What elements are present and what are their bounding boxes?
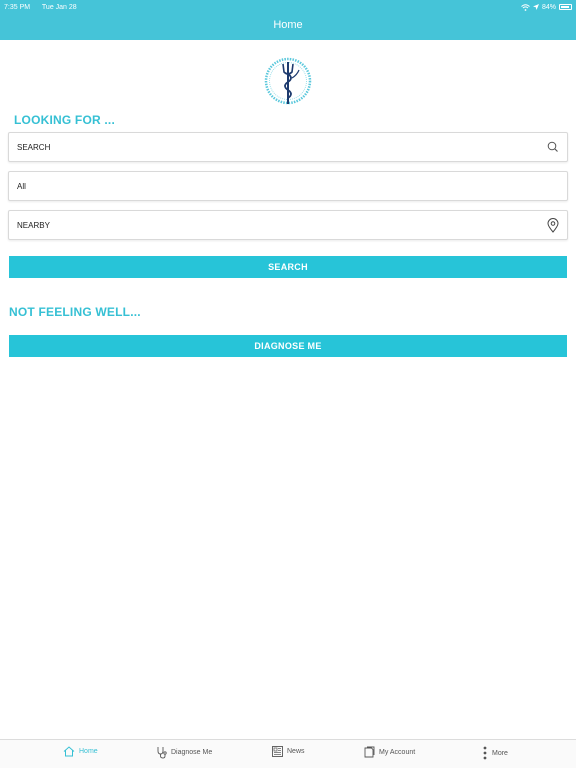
tab-more[interactable]: More [482, 746, 508, 760]
tab-my-account-label: My Account [379, 748, 416, 756]
search-button[interactable]: SEARCH [9, 256, 567, 278]
more-vertical-icon [483, 746, 487, 760]
tab-news-label: News [287, 748, 305, 755]
account-icon [364, 746, 375, 758]
stethoscope-icon [157, 747, 167, 759]
tab-my-account[interactable]: My Account [364, 746, 415, 758]
map-pin-icon[interactable] [547, 218, 559, 233]
wifi-icon [521, 3, 530, 11]
location-input[interactable]: NEARBY [8, 210, 568, 240]
tab-home-label: Home [79, 748, 98, 755]
category-select[interactable]: All [8, 171, 568, 201]
search-input[interactable]: SEARCH [8, 132, 568, 162]
category-select-value: All [17, 181, 26, 191]
news-icon [272, 746, 283, 757]
caduceus-logo [264, 57, 312, 105]
battery-percent: 84% [541, 3, 556, 11]
search-input-text: SEARCH [17, 142, 51, 152]
looking-for-heading: LOOKING FOR ... [14, 113, 115, 127]
tab-more-label: More [492, 749, 508, 757]
tab-home[interactable]: Home [63, 746, 98, 757]
search-icon[interactable] [547, 140, 559, 154]
home-icon [63, 746, 75, 757]
bottom-tab-bar: Home Diagnose Me News My Account More [0, 739, 576, 768]
status-date: Tue Jan 28 [41, 3, 77, 11]
diagnose-me-button[interactable]: DIAGNOSE ME [9, 335, 567, 357]
tab-news[interactable]: News [272, 746, 305, 757]
status-time: 7:35 PM [4, 3, 31, 11]
tab-diagnose-me-label: Diagnose Me [171, 749, 213, 756]
status-bar: 7:35 PM Tue Jan 28 84% [4, 2, 572, 12]
not-feeling-well-heading: NOT FEELING WELL... [9, 305, 141, 319]
location-input-text: NEARBY [17, 220, 50, 230]
tab-diagnose-me[interactable]: Diagnose Me [157, 746, 212, 759]
location-arrow-icon [532, 4, 539, 10]
page-title: Home [273, 19, 303, 31]
app-header: 7:35 PM Tue Jan 28 84% Home [0, 0, 576, 40]
battery-icon [559, 4, 572, 10]
